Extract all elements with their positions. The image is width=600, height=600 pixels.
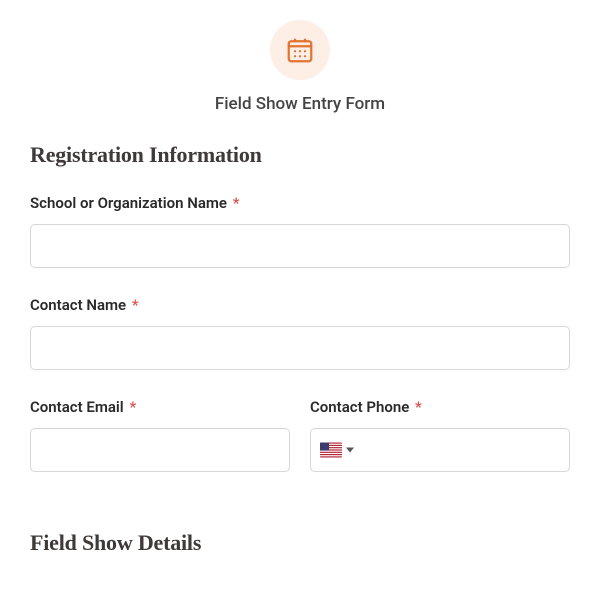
label-contact-phone: Contact Phone *: [310, 398, 570, 416]
section-heading-registration: Registration Information: [30, 142, 570, 168]
input-contact-name[interactable]: [30, 326, 570, 370]
required-marker: *: [132, 296, 139, 314]
label-text: School or Organization Name: [30, 194, 227, 212]
us-flag-icon: [320, 443, 342, 458]
required-marker: *: [129, 398, 136, 416]
label-org-name: School or Organization Name *: [30, 194, 570, 212]
country-select[interactable]: [320, 443, 354, 458]
label-text: Contact Name: [30, 296, 126, 314]
calendar-icon: [270, 20, 330, 80]
form-title: Field Show Entry Form: [30, 94, 570, 114]
field-contact-email: Contact Email *: [30, 398, 290, 472]
label-text: Contact Phone: [310, 398, 409, 416]
form-header: Field Show Entry Form: [30, 20, 570, 114]
input-org-name[interactable]: [30, 224, 570, 268]
label-contact-name: Contact Name *: [30, 296, 570, 314]
input-contact-email[interactable]: [30, 428, 290, 472]
required-marker: *: [233, 194, 240, 212]
label-text: Contact Email: [30, 398, 124, 416]
section-heading-details: Field Show Details: [30, 530, 570, 556]
field-org-name: School or Organization Name *: [30, 194, 570, 268]
field-contact-phone: Contact Phone *: [310, 398, 570, 472]
label-contact-email: Contact Email *: [30, 398, 290, 416]
field-contact-name: Contact Name *: [30, 296, 570, 370]
chevron-down-icon: [346, 448, 354, 453]
required-marker: *: [415, 398, 422, 416]
